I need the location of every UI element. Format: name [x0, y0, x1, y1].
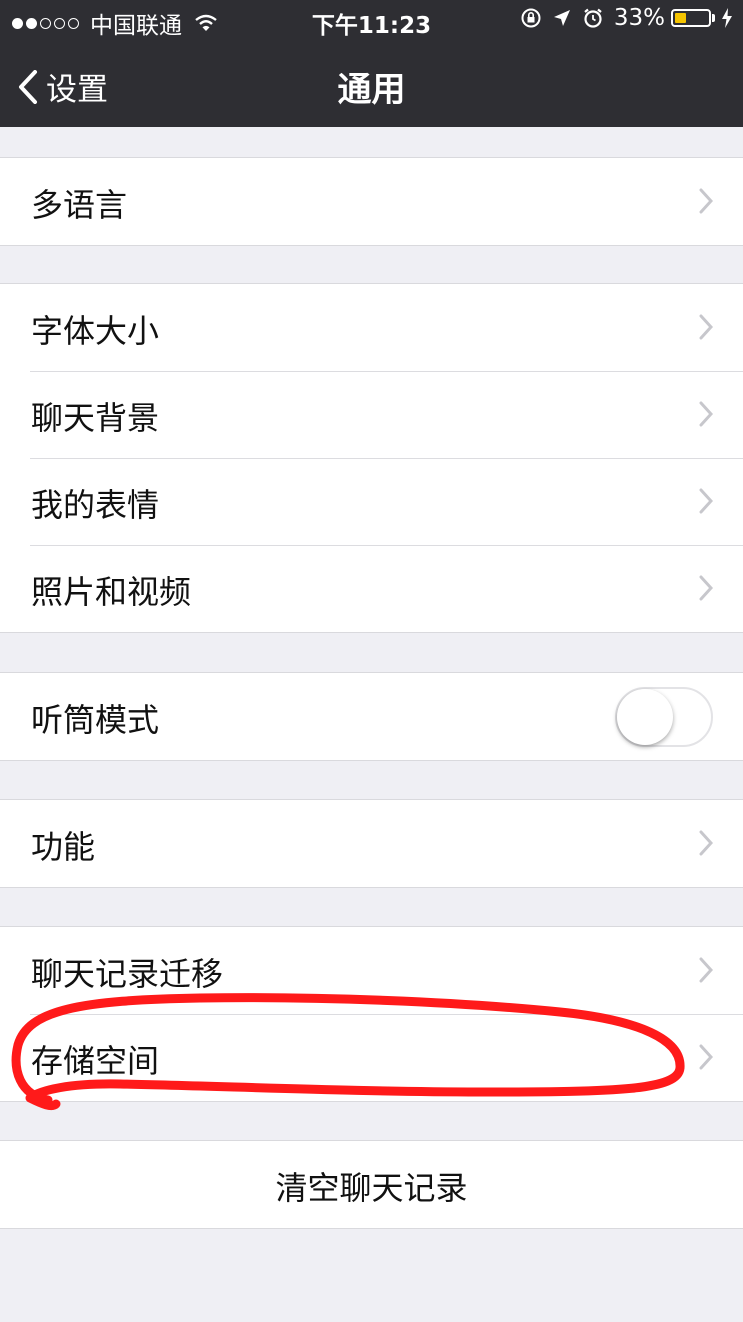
row-font-size[interactable]: 字体大小 — [0, 284, 743, 371]
row-label: 照片和视频 — [31, 573, 192, 611]
group-earpiece: 听筒模式 — [0, 672, 743, 761]
row-label: 功能 — [31, 828, 96, 866]
row-chat-migration[interactable]: 聊天记录迁移 — [0, 927, 743, 1014]
page-title: 通用 — [337, 70, 406, 110]
alarm-icon — [584, 8, 602, 28]
status-bar: 中国联通 下午11:23 33% — [0, 0, 743, 40]
row-label: 聊天记录迁移 — [31, 955, 224, 993]
chevron-right-icon — [699, 575, 713, 601]
chevron-right-icon — [699, 488, 713, 514]
row-label: 听筒模式 — [31, 701, 160, 739]
top-bar: 中国联通 下午11:23 33% 设置 通用 — [0, 0, 743, 127]
battery-percent: 33% — [613, 5, 665, 31]
charging-bolt-icon — [722, 8, 732, 28]
chevron-right-icon — [699, 401, 713, 427]
chevron-right-icon — [699, 1044, 713, 1070]
row-label: 多语言 — [31, 186, 128, 224]
status-right: 33% — [510, 5, 733, 31]
chevron-right-icon — [699, 830, 713, 856]
group-display: 字体大小 聊天背景 我的表情 照片和视频 — [0, 283, 743, 633]
row-label: 存储空间 — [31, 1042, 160, 1080]
chevron-right-icon — [699, 314, 713, 340]
row-my-stickers[interactable]: 我的表情 — [0, 458, 743, 545]
location-arrow-icon — [553, 10, 570, 26]
row-label: 聊天背景 — [31, 399, 160, 437]
toggle-knob — [617, 689, 673, 745]
group-clear-history: 清空聊天记录 — [0, 1140, 743, 1229]
row-label: 字体大小 — [31, 312, 160, 350]
battery-tip — [712, 14, 715, 22]
row-features[interactable]: 功能 — [0, 800, 743, 887]
row-photos-videos[interactable]: 照片和视频 — [0, 545, 743, 632]
clear-chat-history-label: 清空聊天记录 — [275, 1169, 468, 1207]
row-language[interactable]: 多语言 — [0, 158, 743, 245]
group-language: 多语言 — [0, 157, 743, 246]
row-storage[interactable]: 存储空间 — [0, 1014, 743, 1101]
chevron-right-icon — [699, 188, 713, 214]
clear-chat-history-button[interactable]: 清空聊天记录 — [0, 1141, 743, 1228]
row-chat-background[interactable]: 聊天背景 — [0, 371, 743, 458]
row-earpiece-mode: 听筒模式 — [0, 673, 743, 760]
battery-fill — [675, 13, 686, 23]
group-storage: 聊天记录迁移 存储空间 — [0, 926, 743, 1102]
rotation-lock-icon — [521, 8, 541, 28]
navigation-bar: 设置 通用 — [0, 40, 743, 127]
battery-icon — [671, 9, 711, 27]
row-label: 我的表情 — [31, 486, 160, 524]
earpiece-mode-toggle[interactable] — [615, 687, 713, 747]
group-features: 功能 — [0, 799, 743, 888]
chevron-right-icon — [699, 957, 713, 983]
